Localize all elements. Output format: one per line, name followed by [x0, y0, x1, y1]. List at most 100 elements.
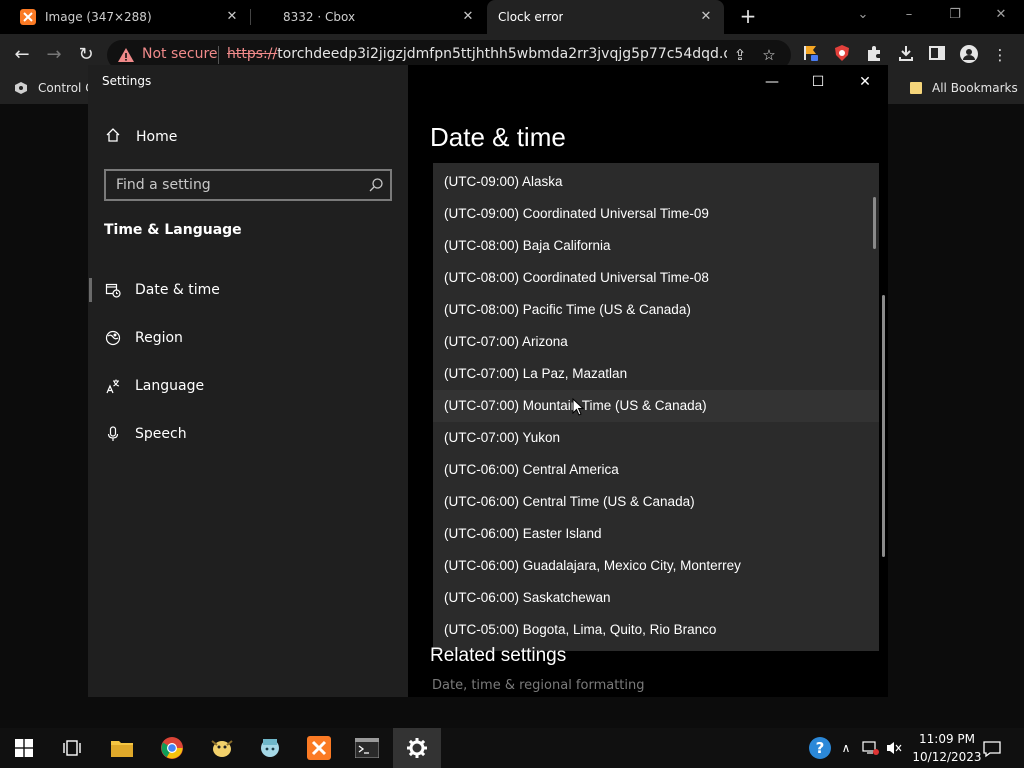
timezone-option[interactable]: (UTC-09:00) Alaska [433, 166, 879, 198]
close-tab-icon[interactable]: ✕ [698, 9, 714, 25]
all-bookmarks-button[interactable]: All Bookmarks [910, 81, 1018, 95]
settings-window-title: Settings [102, 74, 152, 88]
microphone-icon [104, 425, 122, 443]
timezone-option[interactable]: (UTC-07:00) Yukon [433, 422, 879, 454]
dropdown-scrollbar[interactable] [873, 197, 876, 249]
app-character-icon[interactable] [208, 734, 236, 762]
timezone-option[interactable]: (UTC-06:00) Central Time (US & Canada) [433, 486, 879, 518]
xampp-favicon-icon [20, 9, 36, 25]
bookmark-label: All Bookmarks [932, 81, 1018, 95]
home-label: Home [136, 129, 178, 145]
download-icon[interactable] [895, 44, 917, 66]
timezone-dropdown-list[interactable]: (UTC-09:00) Alaska (UTC-09:00) Coordinate… [433, 163, 879, 651]
page-scrollbar[interactable] [882, 295, 885, 557]
reload-icon[interactable]: ↻ [75, 44, 97, 66]
nav-label: Speech [135, 426, 187, 442]
timezone-option[interactable]: (UTC-08:00) Baja California [433, 230, 879, 262]
timezone-option[interactable]: (UTC-06:00) Guadalajara, Mexico City, Mo… [433, 550, 879, 582]
timezone-option[interactable]: (UTC-07:00) La Paz, Mazatlan [433, 358, 879, 390]
related-settings-heading: Related settings [430, 645, 567, 666]
timezone-option[interactable]: (UTC-06:00) Saskatchewan [433, 582, 879, 614]
back-icon[interactable]: ← [11, 44, 33, 66]
url-host: torchdeedp3i2jigzjdmfpn5ttjhthh5wbmda2rr… [277, 46, 727, 62]
file-explorer-icon[interactable] [108, 734, 136, 762]
tab-title: Clock error [498, 10, 564, 24]
shield-extension-icon[interactable] [831, 44, 853, 66]
profile-avatar-icon[interactable] [958, 44, 980, 66]
close-tab-icon[interactable]: ✕ [460, 9, 476, 25]
timezone-option[interactable]: (UTC-05:00) Bogota, Lima, Quito, Rio Bra… [433, 614, 879, 646]
page-title: Date & time [430, 122, 566, 152]
task-view-icon[interactable] [58, 734, 86, 762]
search-icon[interactable] [368, 177, 384, 193]
url-text[interactable]: https://torchdeedp3i2jigzjdmfpn5ttjhthh5… [227, 46, 727, 62]
close-icon[interactable]: ✕ [850, 71, 880, 93]
close-tab-icon[interactable]: ✕ [224, 9, 240, 25]
nav-label: Language [135, 378, 205, 394]
screen: Image (347×288) ✕ 8332 · Cbox ✕ Clock er… [0, 0, 1024, 768]
bookmark-label: Control C [38, 81, 94, 95]
show-hidden-icons-icon[interactable]: ∧ [836, 738, 856, 758]
close-browser-icon[interactable]: ✕ [989, 5, 1013, 25]
search-input[interactable]: Find a setting [116, 177, 211, 193]
xampp-icon[interactable] [305, 734, 333, 762]
share-icon[interactable]: ⇪ [729, 44, 751, 66]
find-setting-search-box[interactable]: Find a setting [104, 169, 392, 201]
address-separator [218, 46, 219, 64]
taskbar-time[interactable]: 11:09 PM [912, 732, 982, 746]
control-panel-icon [14, 81, 28, 95]
help-icon[interactable]: ? [808, 736, 832, 760]
extensions-puzzle-icon[interactable] [863, 44, 885, 66]
command-prompt-icon[interactable] [353, 734, 381, 762]
warning-icon[interactable] [117, 46, 135, 64]
svg-text:?: ? [816, 739, 825, 757]
network-icon[interactable] [861, 738, 881, 758]
extension-flag-icon[interactable] [799, 44, 821, 66]
bookmark-control[interactable]: Control C [14, 81, 94, 95]
browser-tab-image[interactable]: Image (347×288) ✕ [10, 0, 250, 34]
home-nav-item[interactable]: Home [104, 127, 177, 147]
timezone-option[interactable]: (UTC-06:00) Easter Island [433, 518, 879, 550]
nav-item-speech[interactable]: Speech [104, 425, 187, 443]
nav-label: Date & time [135, 282, 220, 298]
globe-icon [104, 329, 122, 347]
new-tab-button[interactable]: + [737, 5, 759, 27]
windows-start-icon[interactable] [10, 734, 38, 762]
nav-item-region[interactable]: Region [104, 329, 183, 347]
chrome-icon[interactable] [158, 734, 186, 762]
browser-tab-cbox[interactable]: 8332 · Cbox ✕ [250, 0, 486, 34]
mouse-cursor-icon [572, 398, 584, 416]
not-secure-label[interactable]: Not secure [142, 46, 218, 62]
timezone-option[interactable]: (UTC-07:00) Arizona [433, 326, 879, 358]
bookmark-star-icon[interactable]: ☆ [758, 44, 780, 66]
timezone-option[interactable]: (UTC-08:00) Coordinated Universal Time-0… [433, 262, 879, 294]
nav-label: Region [135, 330, 183, 346]
timezone-option[interactable]: (UTC-08:00) Pacific Time (US & Canada) [433, 294, 879, 326]
nav-item-date-time[interactable]: Date & time [104, 281, 220, 299]
maximize-icon[interactable]: ☐ [803, 71, 833, 93]
notification-center-icon[interactable] [981, 738, 1003, 760]
section-title: Time & Language [104, 222, 242, 238]
volume-muted-icon[interactable] [884, 738, 904, 758]
timezone-option[interactable]: (UTC-06:00) Central America [433, 454, 879, 486]
restore-browser-icon[interactable]: ❐ [943, 5, 967, 25]
minimize-icon[interactable]: — [757, 71, 787, 93]
language-icon [104, 377, 122, 395]
tab-title: 8332 · Cbox [283, 10, 356, 24]
side-panel-icon[interactable] [926, 44, 948, 66]
regional-formatting-link[interactable]: Date, time & regional formatting [432, 678, 645, 693]
browser-menu-icon[interactable]: ⋮ [989, 44, 1011, 66]
forward-icon[interactable]: → [43, 44, 65, 66]
tab-search-icon[interactable]: ⌄ [851, 5, 875, 25]
taskbar-date[interactable]: 10/12/2023 [912, 750, 982, 764]
folder-icon [910, 82, 922, 94]
browser-tab-clock-error[interactable]: Clock error ✕ [487, 0, 724, 34]
app-anime-icon[interactable] [256, 734, 284, 762]
settings-taskbar-icon[interactable] [393, 728, 441, 768]
timezone-option[interactable]: (UTC-09:00) Coordinated Universal Time-0… [433, 198, 879, 230]
minimize-browser-icon[interactable]: – [897, 5, 921, 25]
home-icon [104, 127, 122, 147]
timezone-option[interactable]: (UTC-07:00) Mountain Time (US & Canada) [433, 390, 879, 422]
nav-item-language[interactable]: Language [104, 377, 204, 395]
selected-indicator [89, 278, 92, 302]
